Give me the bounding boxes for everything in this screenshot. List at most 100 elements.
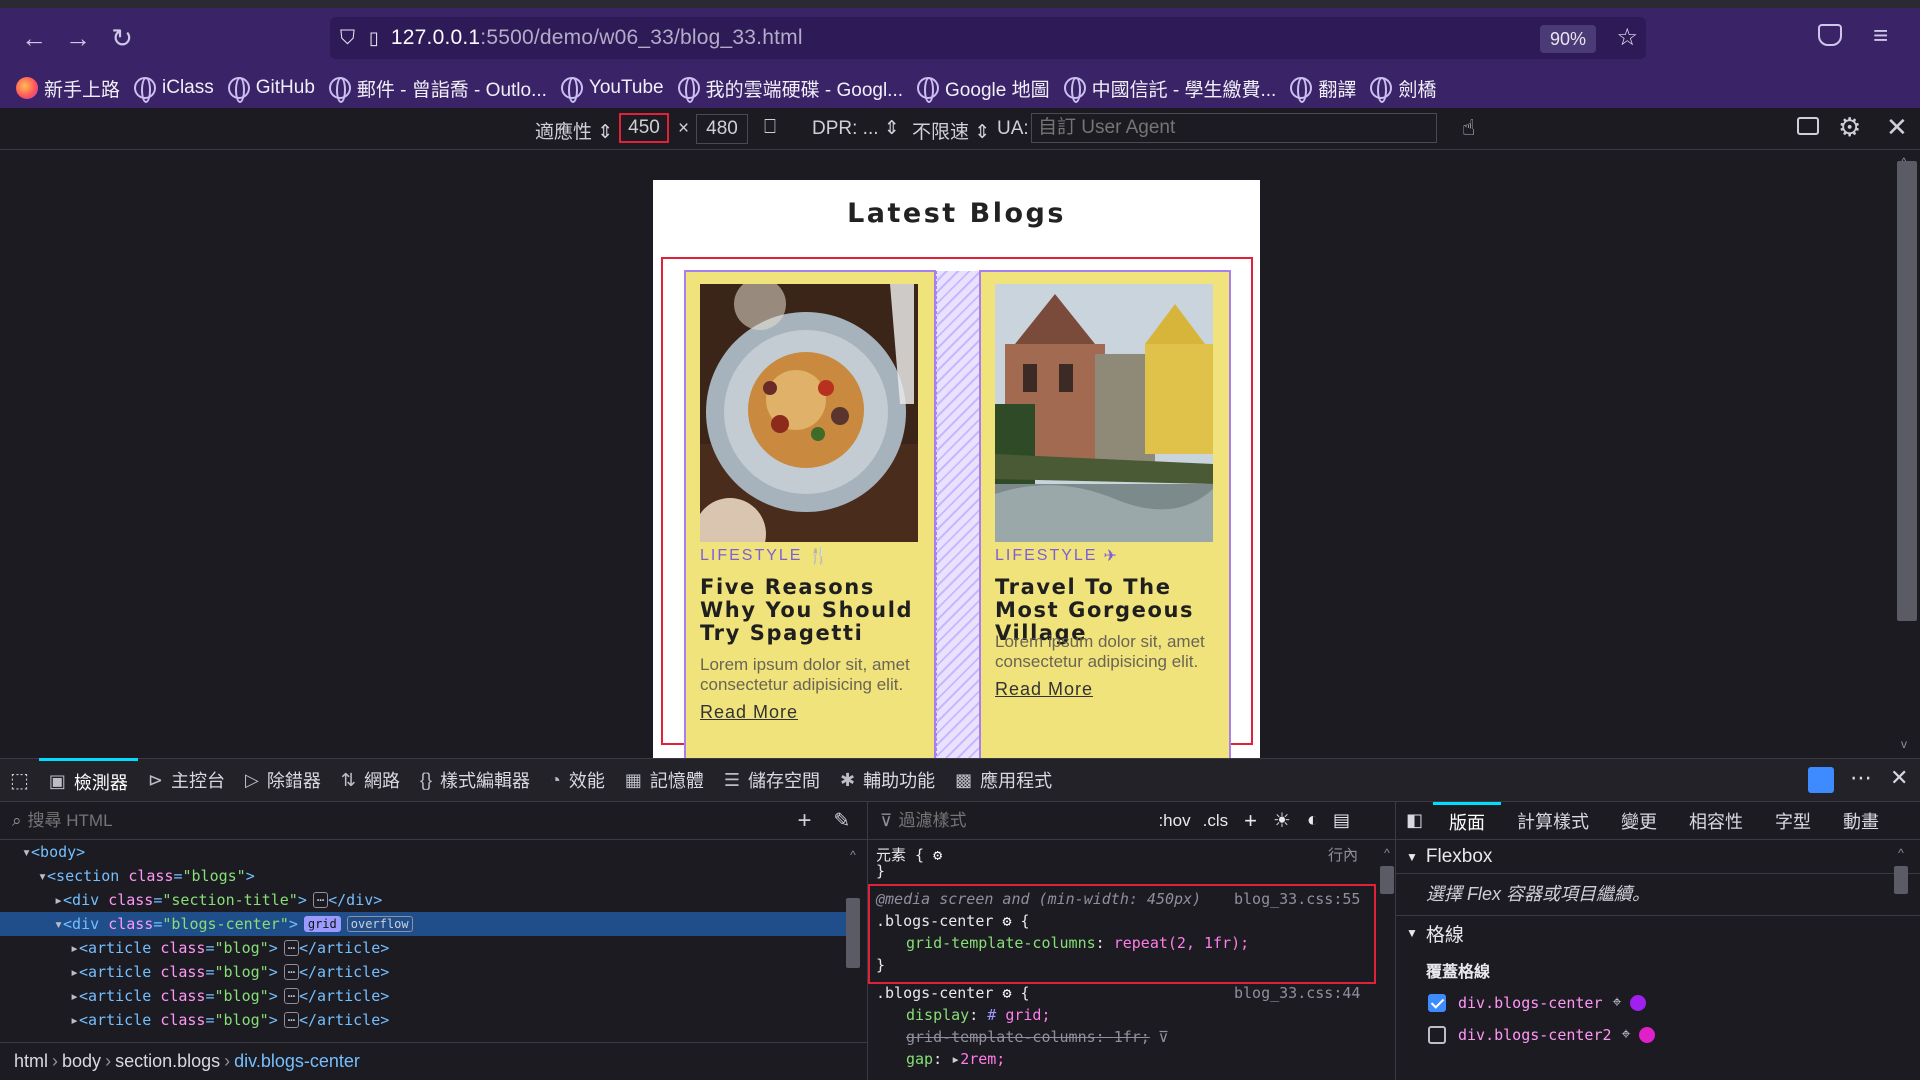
dpr-select[interactable]: DPR: ... ⇕ [812,117,900,140]
chevron-right-icon[interactable]: ▸ [54,891,63,909]
back-icon[interactable]: ← [14,18,54,58]
chevron-right-icon[interactable]: ▸ [70,1011,79,1029]
tab-computed[interactable]: 計算樣式 [1501,802,1605,840]
tab-inspector[interactable]: ▣ 檢測器 [38,758,138,802]
zoom-level[interactable]: 90% [1539,25,1596,53]
overlay-color-swatch[interactable] [1629,995,1646,1011]
bookmark-item[interactable]: 新手上路 [16,75,120,102]
light-theme-icon[interactable]: ☀ [1273,808,1291,833]
close-icon[interactable]: ✕ [1886,112,1908,143]
tab-compatibility[interactable]: 相容性 [1673,802,1759,840]
overlay-color-swatch[interactable] [1638,1027,1655,1043]
bookmark-item[interactable]: GitHub [227,77,315,103]
chevron-down-icon[interactable]: ▾ [38,867,47,885]
print-icon[interactable]: ▤ [1333,810,1350,831]
viewport-height-input[interactable]: 480 [696,114,748,144]
bookmark-item[interactable]: 郵件 - 曾詣喬 - Outlo... [328,75,547,103]
gear-icon[interactable]: ⚙ [1002,912,1011,930]
device-select[interactable]: 適應性 ⇕ [535,117,613,144]
tab-changes[interactable]: 變更 [1605,802,1673,840]
add-rule-icon[interactable]: + [1244,808,1257,834]
gear-icon[interactable]: ⚙ [933,846,942,864]
search-html-input[interactable] [27,810,768,831]
tab-memory[interactable]: ▦ 記憶體 [615,758,714,802]
url-bar[interactable]: ⛉ ▯ 127.0.0.1:5500/demo/w06_33/blog_33.h… [330,17,1646,59]
toggle-pane-icon[interactable]: ◧ [1396,810,1433,831]
bookmark-item[interactable]: 中國信託 - 學生繳費... [1063,75,1276,103]
chevron-right-icon[interactable]: ▸ [70,963,79,981]
grid-icon[interactable]: # [987,1006,996,1024]
tab-application[interactable]: ▩ 應用程式 [945,758,1062,802]
forward-icon[interactable]: → [58,18,98,58]
scrollbar-thumb[interactable] [1897,161,1917,621]
tab-performance[interactable]: ◔ 效能 [540,758,615,802]
overlay-checkbox[interactable] [1428,994,1446,1012]
chevron-down-icon[interactable]: ▾ [54,915,63,933]
pocket-icon[interactable] [1818,24,1842,46]
menu-icon[interactable]: ≡ [1873,20,1888,51]
eyedropper-icon[interactable]: ✎ [834,808,851,833]
grid-section-header[interactable]: ▼ 格線 [1396,916,1920,950]
media-source-link[interactable]: blog_33.css:55 [1234,890,1360,908]
scrollbar-thumb[interactable] [1380,866,1394,894]
more-icon[interactable]: ⋯ [1850,765,1872,791]
screenshot-icon[interactable] [1797,117,1819,135]
breadcrumb-item[interactable]: div.blogs-center [234,1051,360,1072]
breadcrumb-item[interactable]: html [14,1051,48,1072]
bookmark-item[interactable]: Google 地圖 [917,75,1050,103]
dock-icon[interactable] [1808,767,1834,793]
overlay-item[interactable]: div.blogs-center ⌖ [1396,994,1920,1012]
markup-node[interactable]: ▾ <div class="blogs-center"> grid overflow [0,912,858,936]
devtools-close-icon[interactable]: ✕ [1890,765,1908,791]
tab-network[interactable]: ⇅ 網路 [331,758,410,802]
grid-badge[interactable]: grid [303,916,341,932]
viewport-scrollbar[interactable]: ^ v [1895,155,1920,755]
tab-fonts[interactable]: 字型 [1759,802,1827,840]
collapsed-children[interactable]: ⋯ [283,964,299,980]
tab-layout[interactable]: 版面 [1433,801,1502,840]
filter-styles-input[interactable] [898,810,1139,831]
markup-node[interactable]: ▾ <section class="blogs"> [0,864,858,888]
tab-animations[interactable]: 動畫 [1827,802,1895,840]
dark-theme-icon[interactable]: ◐ [1307,809,1319,832]
bookmark-item[interactable]: YouTube [560,77,664,103]
read-more-link[interactable]: Read More [995,679,1093,700]
read-more-link[interactable]: Read More [700,702,798,723]
layout-scrollbar[interactable]: ^ [1894,846,1908,1080]
breadcrumb-item[interactable]: section.blogs [115,1051,220,1072]
tab-accessibility[interactable]: ✱ 輔助功能 [830,758,945,802]
star-icon[interactable]: ☆ [1616,23,1638,52]
bookmark-item[interactable]: 我的雲端硬碟 - Googl... [677,75,903,103]
settings-icon[interactable]: ⚙ [1838,112,1861,143]
rotate-icon[interactable]: ⎕ [764,116,776,139]
overlay-item[interactable]: div.blogs-center2 ⌖ [1396,1026,1920,1044]
reload-icon[interactable]: ↻ [102,18,142,58]
funnel-icon[interactable]: ⊽ [1158,1028,1169,1046]
markup-node[interactable]: ▸ <article class="blog"> ⋯ </article> [0,960,858,984]
picker-icon[interactable]: ⬚ [0,758,39,802]
add-node-icon[interactable]: + [798,807,812,835]
throttle-select[interactable]: 不限速 ⇕ [912,117,990,144]
base-source-link[interactable]: blog_33.css:44 [1234,984,1360,1002]
cls-button[interactable]: .cls [1203,811,1229,831]
markup-node[interactable]: ▾ <body> [0,840,858,864]
chevron-right-icon[interactable]: ▸ [70,939,79,957]
expand-icon[interactable]: ▸ [951,1050,960,1068]
chevron-down-icon[interactable]: ▾ [22,843,31,861]
scrollbar-thumb[interactable] [1894,866,1908,894]
media-declaration[interactable]: grid-template-columns: repeat(2, 1fr); [906,934,1249,952]
rules-scrollbar[interactable]: ^ [1380,846,1394,1080]
scroll-down-icon[interactable]: v [1901,737,1907,751]
collapsed-children[interactable]: ⋯ [312,892,329,908]
collapsed-children[interactable]: ⋯ [283,988,299,1004]
collapsed-children[interactable]: ⋯ [283,940,299,956]
hov-button[interactable]: :hov [1158,811,1190,831]
bookmark-item[interactable]: 劍橋 [1370,75,1436,103]
user-agent-input[interactable] [1031,113,1437,143]
flexbox-section-header[interactable]: ▼ Flexbox [1396,840,1920,874]
shield-icon[interactable]: ⛉ [340,27,355,50]
overlay-checkbox[interactable] [1428,1026,1446,1044]
tab-storage[interactable]: ☰ 儲存空間 [714,758,830,802]
overflow-badge[interactable]: overflow [346,916,413,932]
breadcrumb-item[interactable]: body [62,1051,101,1072]
